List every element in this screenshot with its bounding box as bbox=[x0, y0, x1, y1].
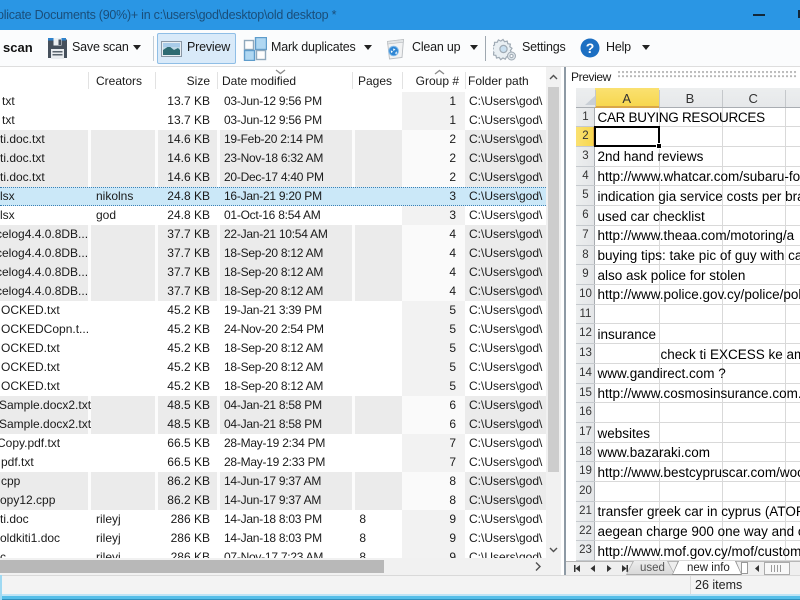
svg-text:?: ? bbox=[586, 40, 595, 56]
